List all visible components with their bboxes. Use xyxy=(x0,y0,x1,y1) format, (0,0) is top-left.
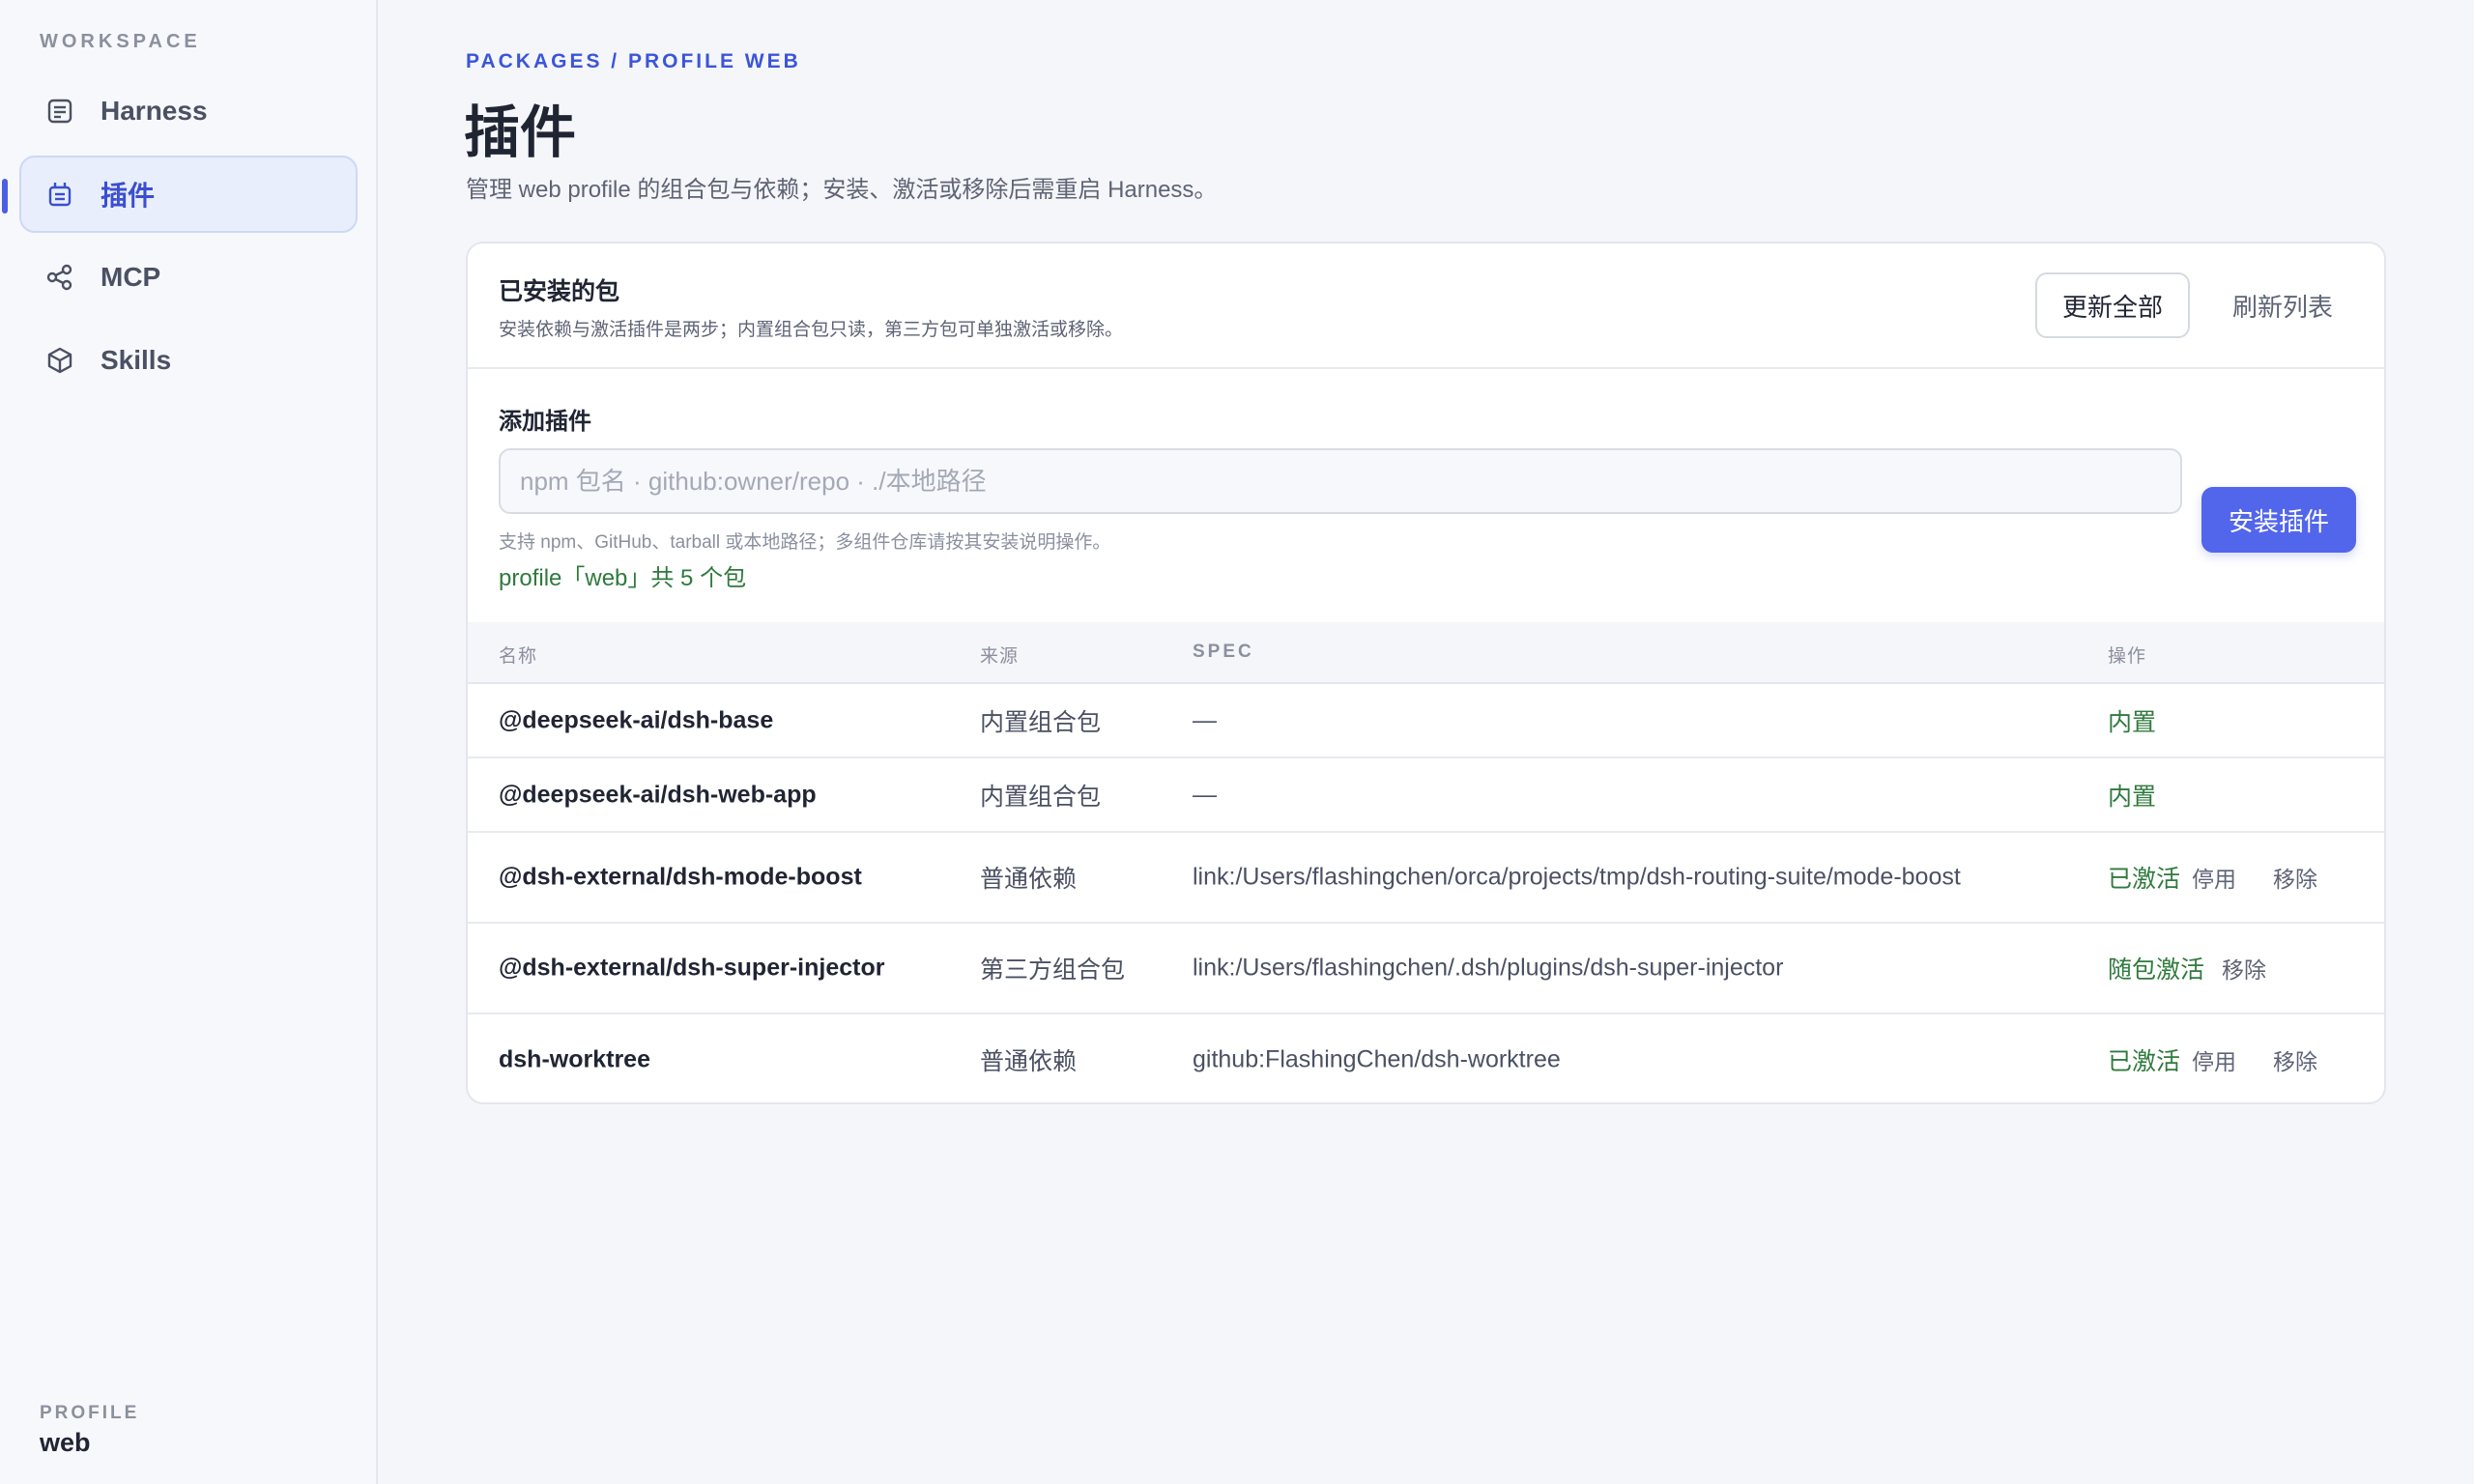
card-title: 已安装的包 xyxy=(499,278,620,305)
status-badge: 已激活 xyxy=(2108,1047,2181,1075)
card-header: 已安装的包 安装依赖与激活插件是两步；内置组合包只读，第三方包可单独激活或移除。… xyxy=(468,243,2384,369)
sidebar-item-label: Harness xyxy=(101,96,208,126)
column-header-source: 来源 xyxy=(980,646,1020,667)
package-count: profile「web」共 5 个包 xyxy=(499,565,747,591)
profile-label: PROFILE xyxy=(40,1403,140,1423)
package-spec: link:/Users/flashingchen/orca/projects/t… xyxy=(1193,863,1961,891)
package-spec: — xyxy=(1193,781,1217,808)
sidebar-item-skills[interactable]: Skills xyxy=(19,322,358,399)
workspace-section-label: WORKSPACE xyxy=(40,31,201,52)
package-actions: 已激活 停用 移除 xyxy=(2108,1042,2317,1077)
sidebar-item-label: Skills xyxy=(101,345,172,375)
profile-value: web xyxy=(40,1428,91,1457)
package-actions: 内置 xyxy=(2108,703,2156,738)
update-all-button[interactable]: 更新全部 xyxy=(2035,272,2190,338)
remove-button[interactable]: 移除 xyxy=(2273,1043,2317,1076)
breadcrumb: PACKAGES / PROFILE WEB xyxy=(466,50,801,72)
package-name: @dsh-external/dsh-mode-boost xyxy=(499,863,862,891)
remove-button[interactable]: 移除 xyxy=(2222,952,2266,985)
plugin-icon xyxy=(44,179,75,210)
page-subtitle: 管理 web profile 的组合包与依赖；安装、激活或移除后需重启 Harn… xyxy=(466,177,1218,203)
deactivate-button[interactable]: 停用 xyxy=(2192,861,2236,894)
installed-packages-card: 已安装的包 安装依赖与激活插件是两步；内置组合包只读，第三方包可单独激活或移除。… xyxy=(466,242,2386,1104)
add-plugin-input[interactable] xyxy=(499,448,2182,514)
package-source: 内置组合包 xyxy=(980,783,1102,811)
add-plugin-hint: 支持 npm、GitHub、tarball 或本地路径；多组件仓库请按其安装说明… xyxy=(499,532,1111,553)
table-header: 名称 来源 SPEC 操作 xyxy=(468,622,2384,684)
package-name: dsh-worktree xyxy=(499,1045,650,1072)
status-badge: 随包激活 xyxy=(2108,956,2205,984)
package-name: @dsh-external/dsh-super-injector xyxy=(499,954,885,982)
package-source: 普通依赖 xyxy=(980,1047,1078,1075)
sidebar-item-plugins[interactable]: 插件 xyxy=(2,156,358,233)
package-source: 第三方组合包 xyxy=(980,956,1126,984)
package-source: 普通依赖 xyxy=(980,866,1078,893)
install-plugin-button[interactable]: 安装插件 xyxy=(2201,487,2356,553)
page-title: 插件 xyxy=(464,101,577,164)
card-description: 安装依赖与激活插件是两步；内置组合包只读，第三方包可单独激活或移除。 xyxy=(499,320,1124,340)
sidebar-item-harness[interactable]: Harness xyxy=(19,72,358,150)
package-actions: 随包激活 移除 xyxy=(2108,951,2266,985)
refresh-list-button[interactable]: 刷新列表 xyxy=(2215,272,2350,338)
table-row: @deepseek-ai/dsh-web-app 内置组合包 — 内置 xyxy=(468,758,2384,833)
package-actions: 内置 xyxy=(2108,778,2156,813)
sidebar-item-label: MCP xyxy=(101,262,161,292)
remove-button[interactable]: 移除 xyxy=(2273,861,2317,894)
column-header-actions: 操作 xyxy=(2108,646,2147,667)
table-row: @deepseek-ai/dsh-base 内置组合包 — 内置 xyxy=(468,684,2384,758)
package-spec: — xyxy=(1193,706,1217,733)
table-row: @dsh-external/dsh-super-injector 第三方组合包 … xyxy=(468,924,2384,1014)
package-source: 内置组合包 xyxy=(980,708,1102,736)
package-spec: link:/Users/flashingchen/.dsh/plugins/ds… xyxy=(1193,954,1784,982)
table-row: dsh-worktree 普通依赖 github:FlashingChen/ds… xyxy=(468,1014,2384,1102)
table-row: @dsh-external/dsh-mode-boost 普通依赖 link:/… xyxy=(468,833,2384,924)
status-badge: 内置 xyxy=(2108,783,2157,811)
sidebar-nav: Harness 插件 MCP Skills xyxy=(2,72,358,405)
document-list-icon xyxy=(44,96,75,127)
package-spec: github:FlashingChen/dsh-worktree xyxy=(1193,1045,1561,1072)
deactivate-button[interactable]: 停用 xyxy=(2192,1043,2236,1076)
sidebar: WORKSPACE Harness 插件 MCP Skills PROFILE … xyxy=(0,0,378,1484)
package-name: @deepseek-ai/dsh-base xyxy=(499,706,774,733)
sidebar-item-mcp[interactable]: MCP xyxy=(19,239,358,316)
package-actions: 已激活 停用 移除 xyxy=(2108,860,2317,895)
add-plugin-label: 添加插件 xyxy=(499,409,591,435)
package-name: @deepseek-ai/dsh-web-app xyxy=(499,781,817,808)
share-nodes-icon xyxy=(44,262,75,293)
status-badge: 内置 xyxy=(2108,708,2157,736)
column-header-name: 名称 xyxy=(499,646,538,667)
status-badge: 已激活 xyxy=(2108,866,2181,893)
column-header-spec: SPEC xyxy=(1193,642,1254,662)
sidebar-item-label: 插件 xyxy=(101,181,156,211)
cube-icon xyxy=(44,345,75,376)
